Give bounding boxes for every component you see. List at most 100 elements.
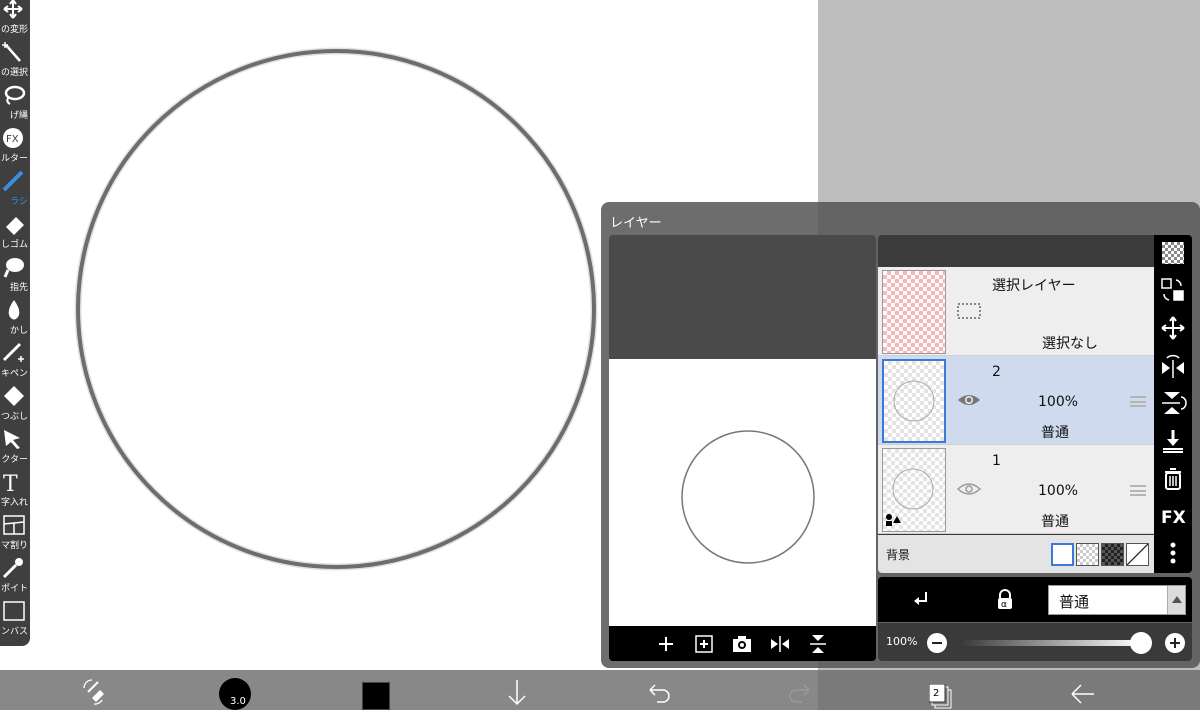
camera-icon[interactable] — [730, 632, 754, 656]
opacity-increase-button[interactable] — [1165, 633, 1185, 653]
svg-text:α: α — [1001, 600, 1007, 610]
layer-row-1[interactable]: 1 100% 普通 — [878, 445, 1154, 534]
layer-name: 1 — [992, 453, 1001, 469]
svg-text:FX: FX — [1161, 508, 1186, 528]
app-root: の変形 の選択 げ縄 FX ルター ラシ しゴム 指先 かし キペン つぶし ク… — [0, 0, 1200, 710]
layer-name: 選択レイヤー — [992, 278, 1076, 294]
opacity-bar: 100% — [878, 623, 1192, 661]
layer-window: レイヤー 選択レイヤー 選択なし 2 100% 普通 1 100% 普通 背景 … — [601, 202, 1200, 668]
layer-row-2[interactable]: 2 100% 普通 — [878, 356, 1154, 445]
layer-count: 2 — [933, 688, 940, 699]
redo-icon[interactable] — [786, 670, 816, 710]
clipping-icon[interactable] — [908, 587, 934, 613]
tool-text[interactable]: T 字入れ — [0, 469, 30, 512]
undo-icon[interactable] — [643, 670, 673, 710]
eye-icon[interactable] — [957, 392, 981, 408]
opacity-decrease-button[interactable] — [927, 633, 947, 653]
slash-icon — [1126, 543, 1149, 566]
add-layer-icon[interactable] — [654, 632, 678, 656]
svg-text:FX: FX — [6, 134, 19, 145]
tool-label: つぶし — [0, 412, 28, 422]
tool-lasso[interactable]: げ縄 — [0, 82, 30, 125]
background-row: 背景 — [878, 535, 1154, 573]
checker-icon[interactable] — [1159, 239, 1187, 267]
tool-label: かし — [9, 326, 28, 336]
background-none-swatch[interactable] — [1126, 543, 1149, 566]
background-transparent-light-swatch[interactable] — [1076, 543, 1099, 566]
alpha-lock-icon[interactable]: α — [992, 587, 1018, 613]
layer-blend: 普通 — [1041, 514, 1069, 530]
layer-actions-strip: FX — [1154, 235, 1192, 573]
thumbnail-circle — [893, 380, 935, 422]
text-tool-icon: T — [3, 472, 18, 493]
preview-toolbar — [609, 626, 876, 661]
fx-icon[interactable]: FX — [1159, 502, 1187, 530]
tool-label: 字入れ — [0, 498, 28, 508]
drag-handle-icon[interactable] — [1130, 396, 1146, 407]
fill-bucket-icon — [4, 386, 24, 406]
selection-marquee-icon — [957, 303, 981, 319]
trash-icon[interactable] — [1159, 464, 1187, 492]
drag-handle-icon[interactable] — [1130, 485, 1146, 496]
move-icon[interactable] — [1159, 314, 1187, 342]
flip-vertical-icon[interactable] — [1159, 389, 1187, 417]
opacity-slider[interactable] — [961, 632, 1152, 654]
background-white-swatch[interactable] — [1051, 543, 1074, 566]
flip-vertical-icon[interactable] — [806, 632, 830, 656]
blend-mode-select[interactable]: 普通 — [1048, 585, 1186, 615]
layer-preview-canvas — [609, 359, 876, 626]
flip-horizontal-icon[interactable] — [768, 632, 792, 656]
svg-text:T: T — [3, 472, 18, 493]
tool-label: ンバス — [0, 627, 28, 637]
tool-transform[interactable]: の変形 — [0, 0, 30, 39]
back-arrow-icon[interactable] — [1066, 670, 1100, 710]
tool-fill[interactable]: つぶし — [0, 383, 30, 426]
tool-brush[interactable]: ラシ — [0, 168, 30, 211]
tool-label: げ縄 — [9, 111, 28, 121]
vector-icon — [4, 430, 20, 449]
tool-canvas[interactable]: ンバス — [0, 598, 30, 641]
layer-thumbnail — [882, 270, 946, 354]
opacity-slider-knob[interactable] — [1130, 632, 1152, 654]
tool-label: キペン — [0, 369, 28, 379]
tool-label: ラシ — [10, 197, 28, 207]
brush-eraser-toggle-icon[interactable] — [78, 670, 108, 710]
panel-divide-icon — [3, 515, 25, 535]
tool-magic-pen[interactable]: キペン — [0, 340, 30, 383]
background-transparent-dark-swatch[interactable] — [1101, 543, 1124, 566]
tool-label: コマ割り — [0, 541, 28, 551]
layer-row-selection[interactable]: 選択レイヤー 選択なし — [878, 267, 1154, 356]
tool-eyedropper[interactable]: ポイト — [0, 555, 30, 598]
bottom-bar-right — [818, 670, 1200, 710]
tool-label: しゴム — [0, 240, 28, 250]
layer-thumbnail — [882, 359, 946, 443]
more-options-icon[interactable] — [1159, 539, 1187, 567]
arrow-down-icon[interactable] — [500, 670, 534, 710]
eye-icon[interactable] — [957, 481, 981, 497]
background-label: 背景 — [886, 548, 911, 562]
move-transform-icon — [3, 0, 23, 19]
layer-thumbnail — [882, 448, 946, 532]
tool-eraser[interactable]: しゴム — [0, 211, 30, 254]
current-color-swatch[interactable] — [362, 682, 390, 710]
layer-blend: 選択なし — [1042, 336, 1098, 352]
tool-smudge[interactable]: 指先 — [0, 254, 30, 297]
tool-label: 指先 — [9, 283, 28, 293]
smudge-icon — [3, 258, 24, 278]
add-layer-box-icon[interactable] — [692, 632, 716, 656]
layer-transfer-icon[interactable] — [1159, 276, 1187, 304]
thumbnail-circle — [886, 468, 934, 526]
preview-circle — [681, 430, 815, 564]
merge-down-icon[interactable] — [1159, 427, 1187, 455]
tool-magic-wand[interactable]: の選択 — [0, 39, 30, 82]
tool-blur[interactable]: かし — [0, 297, 30, 340]
eraser-icon — [6, 217, 24, 235]
blend-bar: α 普通 — [878, 577, 1192, 622]
lasso-icon — [4, 85, 26, 105]
tool-panel-divide[interactable]: コマ割り — [0, 512, 30, 555]
tool-label: ルター — [0, 154, 28, 164]
flip-horizontal-icon[interactable] — [1159, 352, 1187, 380]
tool-filter[interactable]: FX ルター — [0, 125, 30, 168]
tool-vector[interactable]: クター — [0, 426, 30, 469]
layer-opacity: 100% — [1038, 394, 1079, 410]
